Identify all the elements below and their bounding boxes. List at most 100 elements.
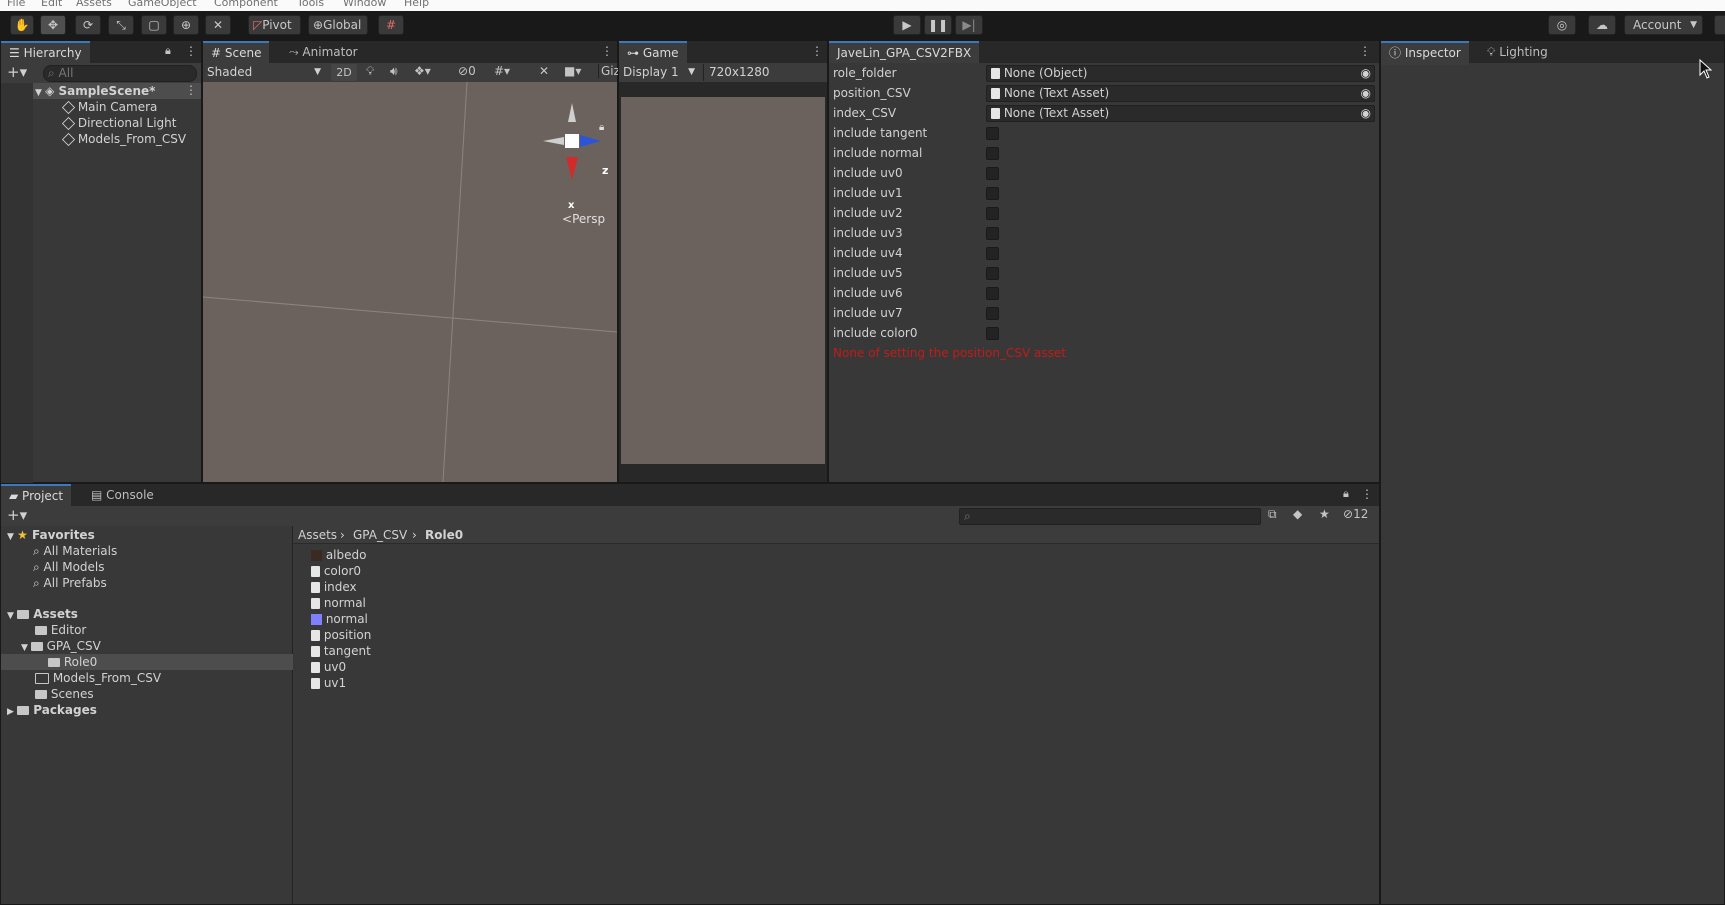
pivot-toggle[interactable]: ◸Pivot bbox=[248, 15, 301, 35]
resolution-dropdown[interactable]: 720x1280 bbox=[703, 64, 803, 81]
folder-models-from-csv[interactable]: Models_From_CSV bbox=[35, 670, 161, 686]
scale-tool-button[interactable]: ⤡ bbox=[108, 15, 134, 35]
menu-help[interactable]: Help bbox=[404, 0, 429, 9]
search-by-type-icon[interactable]: ⧉ bbox=[1268, 507, 1277, 522]
hidden-objects-toggle[interactable]: ⊘0 bbox=[458, 64, 476, 78]
orientation-gizmo[interactable] bbox=[533, 100, 613, 190]
scene-viewport[interactable]: 🔒︎ z x <Persp bbox=[203, 82, 617, 482]
create-icon[interactable]: +▾ bbox=[7, 506, 27, 524]
favorite-all-prefabs[interactable]: ⌕ All Prefabs bbox=[33, 575, 107, 591]
layout-dropdown[interactable] bbox=[1714, 15, 1725, 35]
include-color0-checkbox[interactable] bbox=[986, 327, 999, 340]
menu-component[interactable]: Component bbox=[214, 0, 278, 9]
grid-toggle-icon[interactable]: #▾ bbox=[494, 64, 510, 78]
folder-editor[interactable]: Editor bbox=[35, 622, 86, 638]
pause-button[interactable]: ❚❚ bbox=[924, 15, 952, 35]
object-picker-icon[interactable]: ◉ bbox=[1361, 106, 1371, 121]
tab-hierarchy[interactable]: ☰ Hierarchy bbox=[1, 41, 90, 65]
lock-icon[interactable]: 🔒︎ bbox=[165, 44, 171, 58]
file-item[interactable]: uv1 bbox=[311, 675, 346, 691]
folder-role0-selected[interactable]: Role0 bbox=[1, 654, 293, 670]
transform-tool-button[interactable]: ⊕ bbox=[173, 15, 199, 35]
packages-folder[interactable]: ▶ Packages bbox=[7, 702, 97, 718]
scene-menu-icon[interactable]: ⋮ bbox=[185, 80, 197, 102]
camera-dropdown-icon[interactable]: ■▾ bbox=[564, 64, 581, 78]
game-menu-icon[interactable]: ⋮ bbox=[811, 41, 823, 63]
menu-gameobject[interactable]: GameObject bbox=[128, 0, 197, 9]
breadcrumb-role0[interactable]: Role0 bbox=[425, 527, 463, 543]
projection-label[interactable]: <Persp bbox=[562, 212, 605, 226]
file-item[interactable]: index bbox=[311, 579, 357, 595]
audio-toggle-icon[interactable]: 🔊︎ bbox=[390, 64, 398, 79]
index-csv-field[interactable]: None (Text Asset) ◉ bbox=[986, 105, 1375, 122]
custom-tool-button[interactable]: ✕ bbox=[205, 15, 231, 35]
favorites-star-icon[interactable]: ★ bbox=[1319, 507, 1330, 521]
toggle-2d-button[interactable]: 2D bbox=[331, 64, 357, 81]
hierarchy-item[interactable]: Directional Light bbox=[61, 115, 177, 131]
tab-scene[interactable]: # Scene bbox=[203, 41, 270, 65]
grid-snap-button[interactable]: # bbox=[378, 15, 404, 35]
tab-project[interactable]: ▰ Project bbox=[1, 484, 72, 508]
role-folder-field[interactable]: None (Object) ◉ bbox=[986, 65, 1375, 82]
tab-console[interactable]: ▤ Console bbox=[83, 484, 162, 506]
include-normal-checkbox[interactable] bbox=[986, 147, 999, 160]
add-icon[interactable]: +▾ bbox=[7, 63, 27, 81]
menu-window[interactable]: Window bbox=[343, 0, 386, 9]
assets-folder[interactable]: ▼ Assets bbox=[7, 606, 78, 622]
gizmo-lock-icon[interactable]: 🔒︎ bbox=[599, 122, 604, 133]
game-viewport[interactable] bbox=[621, 97, 825, 464]
file-item[interactable]: tangent bbox=[311, 643, 371, 659]
tab-animator[interactable]: ⤳ Animator bbox=[281, 41, 366, 63]
favorite-all-models[interactable]: ⌕ All Models bbox=[33, 559, 105, 575]
include-uv1-checkbox[interactable] bbox=[986, 187, 999, 200]
menu-assets[interactable]: Assets bbox=[76, 0, 112, 9]
rect-tool-button[interactable]: ▢ bbox=[141, 15, 167, 35]
cloud-button[interactable]: ☁ bbox=[1588, 15, 1616, 35]
tab-game[interactable]: ⊶ Game bbox=[619, 41, 687, 65]
file-item[interactable]: albedo bbox=[311, 547, 366, 563]
include-uv2-checkbox[interactable] bbox=[986, 207, 999, 220]
hidden-packages-toggle[interactable]: ⊘12 bbox=[1343, 507, 1368, 521]
lock-icon[interactable]: 🔒︎ bbox=[1343, 487, 1349, 501]
menu-edit[interactable]: Edit bbox=[41, 0, 62, 9]
include-uv4-checkbox[interactable] bbox=[986, 247, 999, 260]
file-item[interactable]: position bbox=[311, 627, 371, 643]
hierarchy-item[interactable]: Models_From_CSV bbox=[61, 131, 186, 147]
hierarchy-menu-icon[interactable]: ⋮ bbox=[185, 41, 197, 63]
file-item[interactable]: normal bbox=[311, 595, 366, 611]
include-tangent-checkbox[interactable] bbox=[986, 127, 999, 140]
position-csv-field[interactable]: None (Text Asset) ◉ bbox=[986, 85, 1375, 102]
breadcrumb-assets[interactable]: Assets bbox=[298, 527, 337, 543]
file-item[interactable]: color0 bbox=[311, 563, 361, 579]
account-dropdown[interactable]: Account ▼ bbox=[1624, 15, 1703, 35]
collab-button[interactable]: ◎ bbox=[1548, 15, 1576, 35]
file-item[interactable]: normal bbox=[311, 611, 368, 627]
shading-dropdown[interactable]: Shaded ▼ bbox=[207, 64, 325, 81]
hand-tool-button[interactable]: ✋ bbox=[10, 15, 34, 35]
favorite-all-materials[interactable]: ⌕ All Materials bbox=[33, 543, 117, 559]
tab-tool-window[interactable]: JaveLin_GPA_CSV2FBX bbox=[829, 41, 980, 65]
include-uv7-checkbox[interactable] bbox=[986, 307, 999, 320]
object-picker-icon[interactable]: ◉ bbox=[1361, 66, 1371, 81]
object-picker-icon[interactable]: ◉ bbox=[1361, 86, 1371, 101]
play-button[interactable]: ▶ bbox=[893, 15, 921, 35]
tab-inspector[interactable]: ⓘ Inspector bbox=[1381, 41, 1469, 65]
menu-tools[interactable]: Tools bbox=[297, 0, 324, 9]
folder-gpa-csv[interactable]: ▼ GPA_CSV bbox=[21, 638, 101, 654]
global-toggle[interactable]: ⊕Global bbox=[308, 15, 368, 35]
tool-window-menu-icon[interactable]: ⋮ bbox=[1359, 41, 1371, 63]
scene-menu-icon[interactable]: ⋮ bbox=[601, 41, 613, 63]
hierarchy-item[interactable]: Main Camera bbox=[61, 99, 157, 115]
step-button[interactable]: ▶| bbox=[955, 15, 983, 35]
breadcrumb-gpa-csv[interactable]: GPA_CSV bbox=[353, 527, 407, 543]
include-uv5-checkbox[interactable] bbox=[986, 267, 999, 280]
hierarchy-search-input[interactable]: ⌕ All bbox=[43, 65, 197, 82]
tab-lighting[interactable]: 💡︎ Lighting bbox=[1479, 41, 1556, 63]
include-uv0-checkbox[interactable] bbox=[986, 167, 999, 180]
search-by-label-icon[interactable]: ◆ bbox=[1293, 507, 1302, 521]
project-search-input[interactable]: ⌕ bbox=[959, 508, 1261, 525]
project-menu-icon[interactable]: ⋮ bbox=[1361, 484, 1373, 506]
rotate-tool-button[interactable]: ⟳ bbox=[75, 15, 101, 35]
favorites-header[interactable]: ▼ ★ Favorites bbox=[7, 527, 95, 543]
include-uv3-checkbox[interactable] bbox=[986, 227, 999, 240]
